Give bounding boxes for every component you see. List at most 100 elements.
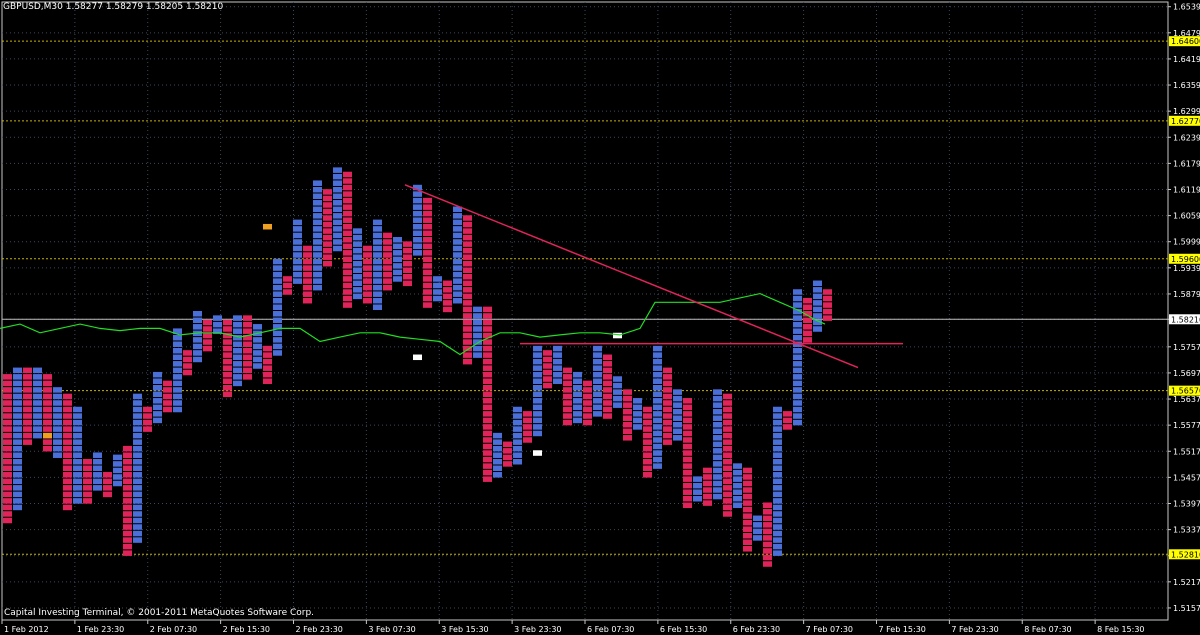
up-box [533, 352, 542, 358]
up-box [273, 350, 282, 356]
up-box [773, 491, 782, 498]
down-box [3, 511, 12, 517]
down-box [523, 424, 532, 430]
down-box [583, 413, 592, 419]
up-box [593, 371, 602, 378]
down-box [583, 406, 592, 413]
up-box [653, 404, 662, 411]
down-box [603, 354, 612, 361]
up-box [473, 339, 482, 345]
down-box [483, 398, 492, 404]
down-box [123, 458, 132, 465]
up-box [33, 367, 42, 374]
up-box [553, 358, 562, 365]
trend-line[interactable] [404, 184, 859, 369]
down-box [743, 487, 752, 493]
up-box [533, 417, 542, 424]
x-tick-label: 2 Feb 23:30 [296, 625, 343, 634]
up-box [653, 371, 662, 378]
down-box [563, 380, 572, 387]
price-chart[interactable]: 1.653921.647921.641921.635921.629921.623… [0, 0, 1200, 635]
y-tick-label: 1.56377 [1173, 395, 1200, 404]
down-box [363, 252, 372, 258]
down-box [503, 441, 512, 448]
down-box [423, 250, 432, 256]
up-box [533, 371, 542, 378]
up-box [593, 411, 602, 417]
up-box [293, 245, 302, 252]
down-box [303, 252, 312, 258]
up-box [173, 347, 182, 354]
up-box [133, 432, 142, 439]
down-box [463, 254, 472, 260]
up-box [13, 465, 22, 472]
up-box [793, 289, 802, 295]
down-box [403, 274, 412, 280]
up-box [813, 313, 822, 319]
down-box [63, 498, 72, 504]
up-box [133, 393, 142, 400]
down-box [83, 458, 92, 465]
up-box [593, 358, 602, 365]
down-box [543, 356, 552, 363]
down-box [23, 367, 32, 374]
down-box [463, 358, 472, 365]
up-box [313, 206, 322, 213]
down-box [703, 487, 712, 493]
down-box [623, 435, 632, 441]
y-tick-label: 1.55777 [1173, 421, 1200, 430]
down-box [743, 532, 752, 539]
up-box [513, 439, 522, 445]
up-box [133, 491, 142, 498]
up-box [273, 297, 282, 304]
down-box [3, 439, 12, 445]
chart-window[interactable]: 1.653921.647921.641921.635921.629921.623… [0, 0, 1200, 635]
down-box [483, 326, 492, 332]
up-box [293, 278, 302, 284]
up-box [333, 200, 342, 206]
down-box [43, 413, 52, 419]
up-box [773, 498, 782, 504]
down-box [243, 328, 252, 334]
down-box [423, 263, 432, 269]
down-box [643, 458, 652, 465]
up-box [173, 374, 182, 380]
up-box [793, 334, 802, 341]
up-box [73, 491, 82, 498]
up-box [353, 228, 362, 234]
up-box [473, 352, 482, 358]
down-box [363, 271, 372, 278]
down-box [63, 472, 72, 478]
down-box [343, 210, 352, 217]
down-box [343, 256, 352, 263]
up-box [793, 367, 802, 374]
up-box [793, 347, 802, 354]
level-label: 1.52810 [1171, 550, 1200, 559]
down-box [403, 267, 412, 274]
up-box [673, 395, 682, 402]
up-box [473, 319, 482, 326]
up-box [353, 274, 362, 280]
down-box [543, 376, 552, 382]
up-box [13, 478, 22, 485]
up-box [153, 384, 162, 391]
up-box [133, 485, 142, 491]
up-box [653, 384, 662, 391]
up-box [133, 478, 142, 485]
up-box [713, 389, 722, 395]
down-box [383, 245, 392, 252]
down-box [63, 485, 72, 491]
up-box [613, 395, 622, 402]
down-box [483, 450, 492, 456]
up-box [793, 321, 802, 328]
up-box [273, 343, 282, 350]
y-tick-label: 1.60592 [1173, 212, 1200, 221]
up-box [313, 226, 322, 232]
up-box [513, 426, 522, 432]
down-box [223, 319, 232, 326]
up-box [13, 491, 22, 498]
down-box [83, 465, 92, 472]
down-box [483, 424, 492, 430]
up-box [13, 504, 22, 511]
up-box [273, 265, 282, 271]
